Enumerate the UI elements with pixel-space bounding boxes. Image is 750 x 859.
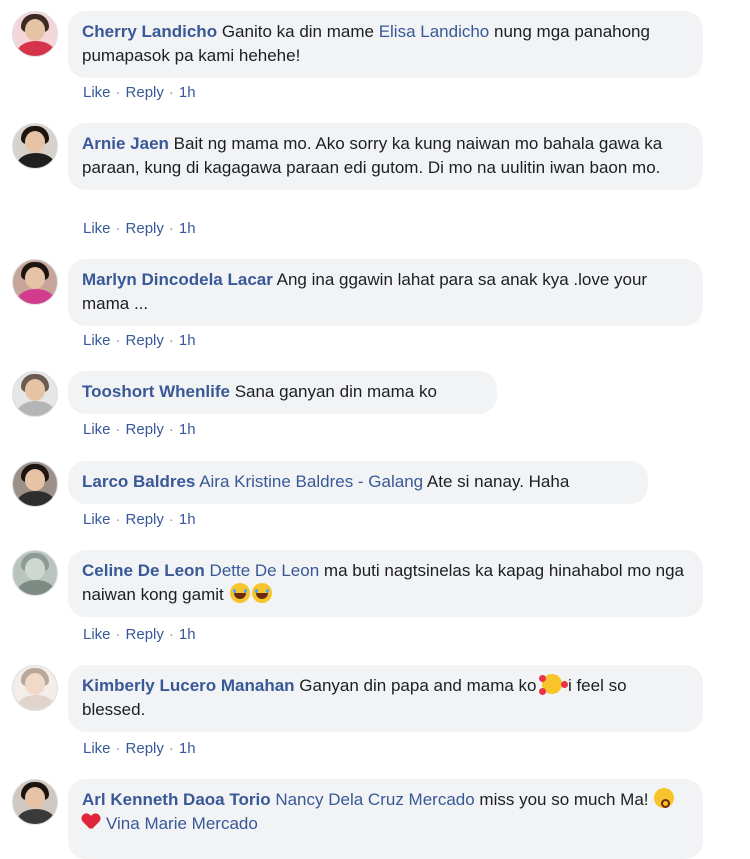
avatar[interactable] [12,371,58,417]
comment-timestamp[interactable]: 1h [179,626,196,643]
laughing-tears-emoji-icon [251,583,272,603]
comment-actions: Like · Reply · 1h [83,511,196,528]
like-link[interactable]: Like [83,626,111,643]
reply-link[interactable]: Reply [126,740,164,757]
avatar[interactable] [12,123,58,169]
like-link[interactable]: Like [83,332,111,349]
comment-author[interactable]: Kimberly Lucero Manahan [82,676,295,695]
comment-mention[interactable]: Elisa Landicho [379,22,490,41]
comment-actions: Like · Reply · 1h [83,332,196,349]
comment-mention[interactable]: Aira Kristine Baldres - Galang [199,472,423,491]
red-heart-emoji-icon [82,813,100,831]
reply-link[interactable]: Reply [126,84,164,101]
reply-link[interactable]: Reply [126,421,164,438]
comment-author[interactable]: Larco Baldres [82,472,195,491]
comment-author[interactable]: Marlyn Dincodela Lacar [82,270,273,289]
smiling-hearts-emoji-icon [539,674,563,694]
comment-bubble: Arnie Jaen Bait ng mama mo. Ako sorry ka… [68,123,703,190]
comment-actions: Like · Reply · 1h [83,220,196,237]
comment-author[interactable]: Celine De Leon [82,561,205,580]
comment-author[interactable]: Arl Kenneth Daoa Torio [82,790,271,809]
comment-timestamp[interactable]: 1h [179,332,196,349]
comment-timestamp[interactable]: 1h [179,421,196,438]
comment-timestamp[interactable]: 1h [179,740,196,757]
laughing-tears-emoji-icon [229,583,250,603]
comment-actions: Like · Reply · 1h [83,84,196,101]
avatar[interactable] [12,779,58,825]
avatar[interactable] [12,259,58,305]
comment-author[interactable]: Tooshort Whenlife [82,382,230,401]
comment-mention[interactable]: Nancy Dela Cruz Mercado [275,790,474,809]
comment-bubble: Tooshort Whenlife Sana ganyan din mama k… [68,371,497,414]
comment-text: Ganito ka din mame [221,22,379,41]
like-link[interactable]: Like [83,421,111,438]
comment-author[interactable]: Cherry Landicho [82,22,217,41]
comment-bubble: Larco Baldres Aira Kristine Baldres - Ga… [68,461,648,504]
kissing-emoji-icon [654,788,675,808]
comment-text: Ganyan din papa and mama ko [299,676,542,695]
reply-link[interactable]: Reply [126,332,164,349]
comment-text: Ate si nanay. Haha [423,472,570,491]
comment-text: Bait ng mama mo. Ako sorry ka kung naiwa… [82,134,663,177]
comment-actions: Like · Reply · 1h [83,626,196,643]
comment-bubble: Marlyn Dincodela Lacar Ang ina ggawin la… [68,259,703,326]
like-link[interactable]: Like [83,220,111,237]
comment-bubble: Arl Kenneth Daoa Torio Nancy Dela Cruz M… [68,779,703,859]
reply-link[interactable]: Reply [126,220,164,237]
comment-timestamp[interactable]: 1h [179,220,196,237]
comment-text: miss you so much Ma! [474,790,654,809]
comment-bubble: Cherry Landicho Ganito ka din mame Elisa… [68,11,703,78]
like-link[interactable]: Like [83,511,111,528]
comment-actions: Like · Reply · 1h [83,740,196,757]
comment-timestamp[interactable]: 1h [179,84,196,101]
comment-bubble: Celine De Leon Dette De Leon ma buti nag… [68,550,703,617]
comment-author[interactable]: Arnie Jaen [82,134,169,153]
comment-mention[interactable]: Dette De Leon [210,561,320,580]
reply-link[interactable]: Reply [126,626,164,643]
avatar[interactable] [12,11,58,57]
comment-text: Sana ganyan din mama ko [234,382,437,401]
reply-link[interactable]: Reply [126,511,164,528]
avatar[interactable] [12,665,58,711]
comment-actions: Like · Reply · 1h [83,421,196,438]
avatar[interactable] [12,461,58,507]
comment-mention[interactable]: Vina Marie Mercado [106,814,258,833]
comment-bubble: Kimberly Lucero Manahan Ganyan din papa … [68,665,703,732]
like-link[interactable]: Like [83,84,111,101]
comment-timestamp[interactable]: 1h [179,511,196,528]
avatar[interactable] [12,550,58,596]
like-link[interactable]: Like [83,740,111,757]
